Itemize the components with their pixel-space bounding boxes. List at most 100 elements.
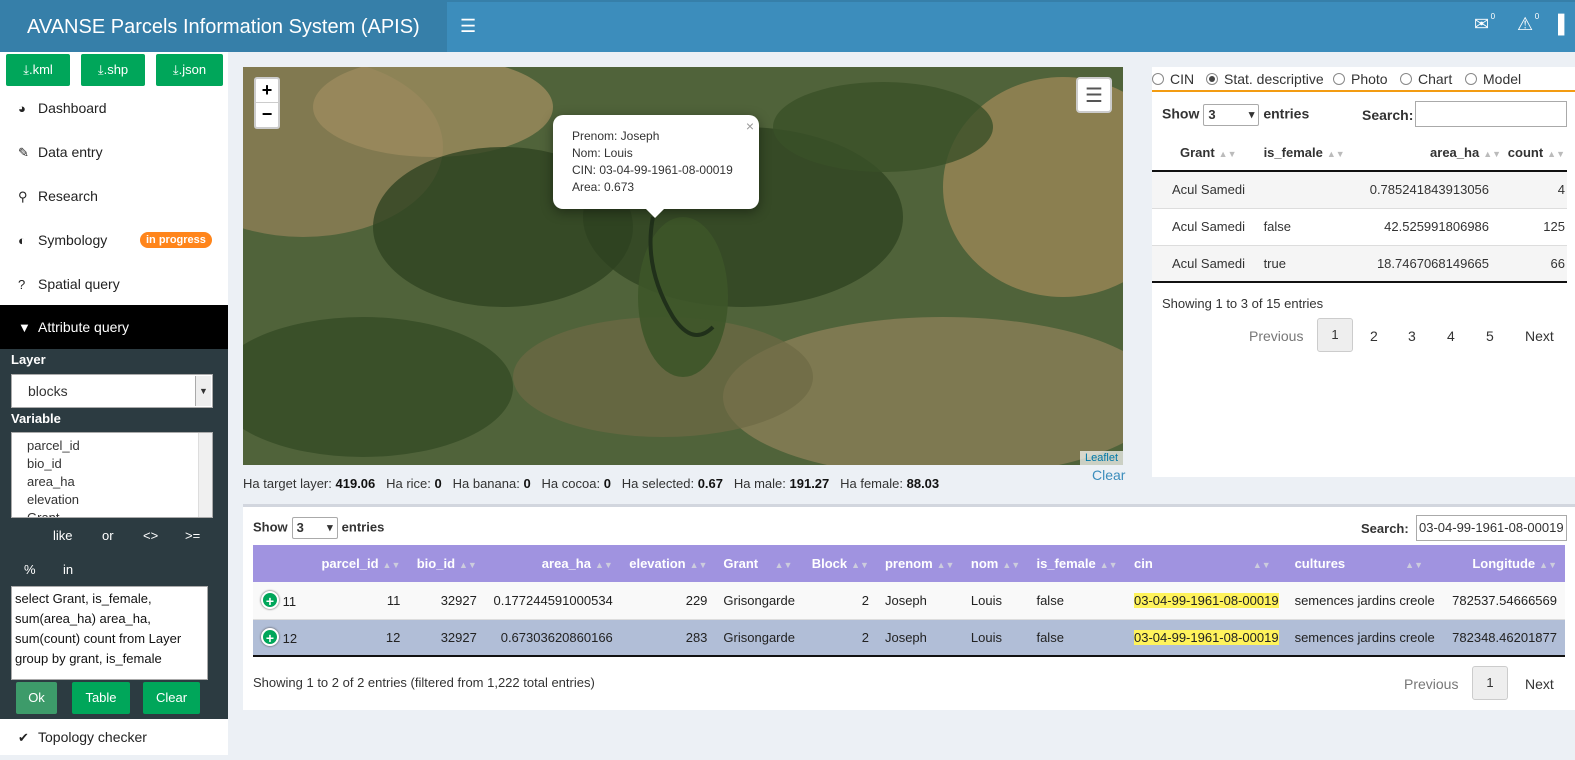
- column-header[interactable]: area_ha ▲▼: [484, 545, 621, 582]
- column-header[interactable]: Block ▲▼: [803, 545, 877, 582]
- pagination-previous[interactable]: Previous: [1249, 328, 1303, 344]
- layers-icon[interactable]: ☰: [1076, 77, 1112, 113]
- sidebar-item-dashboard[interactable]: ◕ Dashboard: [0, 86, 228, 130]
- zoom-control: + −: [254, 77, 280, 129]
- sidebar-item-symbology[interactable]: ◐ Symbology in progress: [0, 218, 228, 262]
- parcels-table-box: Show3entries Search: 03-04-99-1961-08-00…: [243, 504, 1575, 710]
- column-header[interactable]: Grant ▲▼: [715, 545, 804, 582]
- mail-count: 0: [1490, 12, 1496, 21]
- pagination-page[interactable]: 5: [1486, 328, 1494, 344]
- list-item[interactable]: bio_id: [27, 455, 212, 473]
- sidebar-item-spatial-query[interactable]: ? Spatial query: [0, 262, 228, 306]
- list-item[interactable]: area_ha: [27, 473, 212, 491]
- page-size-select[interactable]: 3: [291, 517, 338, 539]
- sql-query-textarea[interactable]: select Grant, is_female, sum(area_ha) ar…: [11, 586, 208, 680]
- radio-cin[interactable]: CIN: [1152, 71, 1194, 87]
- operator-not-equal-button[interactable]: <>: [143, 528, 158, 543]
- list-item[interactable]: elevation: [27, 491, 212, 509]
- stats-panel: CIN Stat. descriptive Photo Chart Model …: [1152, 67, 1575, 477]
- layer-select[interactable]: blocks ▼: [11, 374, 213, 408]
- table-row[interactable]: Acul Samedi true 18.7467068149665 66: [1152, 245, 1567, 282]
- satellite-map[interactable]: + − ☰ × Prenom: Joseph Nom: Louis CIN: 0…: [243, 67, 1123, 465]
- status-badge: in progress: [140, 232, 212, 248]
- download-json-button[interactable]: ⤓.json: [156, 54, 223, 86]
- table-row[interactable]: + 12 12 32927 0.67303620860166 283 Griso…: [253, 619, 1565, 656]
- stat-value: 0: [434, 476, 442, 491]
- radio-photo[interactable]: Photo: [1333, 71, 1388, 87]
- leaflet-attribution[interactable]: Leaflet: [1079, 451, 1123, 465]
- column-header[interactable]: is_female ▲▼: [1028, 545, 1127, 582]
- stat-value: 191.27: [789, 476, 830, 491]
- stat-value: 0: [523, 476, 531, 491]
- column-header[interactable]: prenom ▲▼: [876, 545, 963, 582]
- search-label: Search:: [1362, 107, 1414, 123]
- column-header[interactable]: count ▲▼: [1501, 135, 1567, 171]
- operator-percent-button[interactable]: %: [24, 562, 36, 577]
- page-size-select[interactable]: 3: [1203, 104, 1260, 126]
- expand-row-icon[interactable]: +: [261, 591, 279, 610]
- download-kml-button[interactable]: ⤓.kml: [6, 54, 70, 86]
- radio-selected-icon: [1206, 73, 1218, 85]
- clear-query-button[interactable]: Clear: [143, 682, 200, 714]
- table-button[interactable]: Table: [72, 682, 130, 714]
- search-label: Search:: [1361, 521, 1409, 536]
- variable-list[interactable]: parcel_id bio_id area_ha elevation Grant: [11, 432, 213, 518]
- edit-icon: ✎: [18, 145, 29, 160]
- radio-stat-descriptive[interactable]: Stat. descriptive: [1206, 71, 1324, 87]
- clear-map-link[interactable]: Clear: [1092, 467, 1125, 483]
- table-row[interactable]: Acul Samedi 0.785241843913056 4: [1152, 171, 1567, 208]
- zoom-in-button[interactable]: +: [256, 79, 278, 103]
- pagination-page[interactable]: 3: [1408, 328, 1416, 344]
- radio-model[interactable]: Model: [1465, 71, 1521, 87]
- close-icon[interactable]: ×: [746, 118, 754, 135]
- layer-label: Layer: [11, 352, 46, 367]
- operator-like-button[interactable]: like: [53, 528, 73, 543]
- question-icon: ?: [18, 277, 26, 292]
- zoom-out-button[interactable]: −: [256, 103, 278, 127]
- warning-icon[interactable]: ⚠ 0: [1517, 12, 1539, 35]
- download-shp-button[interactable]: ⤓.shp: [81, 54, 145, 86]
- pagination-next[interactable]: Next: [1525, 676, 1554, 692]
- radio-chart[interactable]: Chart: [1400, 71, 1452, 87]
- user-icon[interactable]: ▌: [1558, 14, 1571, 35]
- column-header[interactable]: parcel_id ▲▼: [313, 545, 409, 582]
- sidebar-item-data-entry[interactable]: ✎ Data entry: [0, 130, 228, 174]
- column-header[interactable]: cin ▲▼: [1126, 545, 1287, 582]
- scrollbar[interactable]: [198, 433, 212, 517]
- operator-or-button[interactable]: or: [102, 528, 114, 543]
- pagination-page[interactable]: 1: [1317, 318, 1353, 352]
- search-highlight: 03-04-99-1961-08-00019: [1134, 629, 1279, 645]
- list-item[interactable]: Grant: [27, 509, 212, 517]
- sidebar-item-research[interactable]: ⚲ Research: [0, 174, 228, 218]
- search-input[interactable]: 03-04-99-1961-08-00019: [1416, 515, 1567, 541]
- expand-row-icon[interactable]: +: [261, 628, 279, 647]
- sidebar-item-topology-checker[interactable]: ✔ Topology checker: [0, 715, 228, 755]
- mail-icon[interactable]: ✉ 0: [1474, 12, 1495, 35]
- pagination-page[interactable]: 4: [1447, 328, 1455, 344]
- pagination-page[interactable]: 1: [1472, 666, 1508, 700]
- column-header[interactable]: Longitude ▲▼: [1443, 545, 1565, 582]
- column-header[interactable]: nom ▲▼: [962, 545, 1029, 582]
- column-header[interactable]: area_ha ▲▼: [1355, 135, 1501, 171]
- popup-tip: [645, 208, 665, 218]
- pagination-previous[interactable]: Previous: [1404, 676, 1458, 692]
- table-row[interactable]: Acul Samedi false 42.525991806986 125: [1152, 208, 1567, 245]
- column-header[interactable]: Grant ▲▼: [1152, 135, 1256, 171]
- operator-in-button[interactable]: in: [63, 562, 73, 577]
- area-stats: Ha target layer: 419.06 Ha rice: 0 Ha ba…: [243, 476, 940, 491]
- ok-button[interactable]: Ok: [16, 682, 57, 714]
- column-header[interactable]: cultures ▲▼: [1286, 545, 1444, 582]
- map-popup: × Prenom: Joseph Nom: Louis CIN: 03-04-9…: [553, 115, 759, 218]
- stat-value: 88.03: [906, 476, 940, 491]
- menu-toggle-icon[interactable]: ☰: [460, 16, 476, 37]
- sidebar-item-attribute-query[interactable]: ▼ Attribute query: [0, 305, 228, 349]
- table-row[interactable]: + 11 11 32927 0.177244591000534 229 Gris…: [253, 582, 1565, 619]
- pagination-next[interactable]: Next: [1525, 328, 1554, 344]
- column-header[interactable]: is_female ▲▼: [1256, 135, 1355, 171]
- pagination-page[interactable]: 2: [1370, 328, 1378, 344]
- search-input[interactable]: [1415, 101, 1567, 127]
- column-header[interactable]: bio_id ▲▼: [408, 545, 485, 582]
- list-item[interactable]: parcel_id: [27, 437, 212, 455]
- operator-gte-button[interactable]: >=: [185, 528, 200, 543]
- column-header[interactable]: elevation ▲▼: [620, 545, 716, 582]
